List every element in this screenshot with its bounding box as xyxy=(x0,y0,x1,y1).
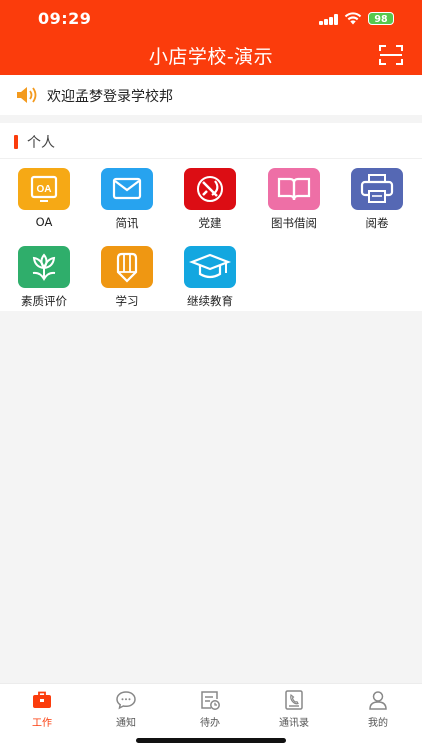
notice-text: 欢迎孟梦登录学校邦 xyxy=(47,89,173,105)
top-header: 09:29 98 小店学校-演示 xyxy=(0,0,422,75)
flower-icon xyxy=(18,246,70,288)
status-time: 09:29 xyxy=(38,9,92,28)
app-quality-evaluation[interactable]: 素质评价 xyxy=(9,246,79,316)
app-oa[interactable]: OA OA xyxy=(9,168,79,238)
svg-text:OA: OA xyxy=(37,184,52,195)
tab-notifications[interactable]: 通知 xyxy=(96,689,156,729)
wifi-icon xyxy=(344,12,362,25)
cellular-signal-icon xyxy=(319,14,339,25)
app-label: 阅卷 xyxy=(365,216,389,230)
tab-label: 工作 xyxy=(32,718,52,729)
chat-bubble-icon xyxy=(116,691,136,710)
app-label: 图书借阅 xyxy=(271,216,317,230)
mail-icon xyxy=(101,168,153,210)
app-label: 简讯 xyxy=(115,216,139,230)
section-accent-bar xyxy=(14,135,18,149)
tab-contacts[interactable]: 通讯录 xyxy=(264,689,324,729)
todo-clock-icon xyxy=(201,691,220,710)
page-title: 小店学校-演示 xyxy=(148,46,274,68)
tab-profile[interactable]: 我的 xyxy=(348,689,408,729)
app-label: 素质评价 xyxy=(21,294,67,308)
contacts-icon xyxy=(285,690,303,710)
app-label: OA xyxy=(35,215,53,229)
tab-work[interactable]: 工作 xyxy=(12,689,72,729)
app-label: 党建 xyxy=(198,216,222,230)
party-emblem-icon xyxy=(184,168,236,210)
app-party-building[interactable]: 党建 xyxy=(175,168,245,238)
printer-icon xyxy=(351,168,403,210)
status-bar: 09:29 98 xyxy=(0,0,422,36)
pencil-icon xyxy=(101,246,153,288)
speaker-icon xyxy=(17,87,37,103)
briefcase-icon xyxy=(33,691,51,708)
tab-label: 通讯录 xyxy=(279,718,309,729)
oa-icon: OA xyxy=(18,168,70,210)
app-messages[interactable]: 简讯 xyxy=(92,168,162,238)
tab-label: 通知 xyxy=(116,718,136,729)
app-label: 继续教育 xyxy=(187,294,233,308)
app-label: 学习 xyxy=(115,294,139,308)
app-study[interactable]: 学习 xyxy=(92,246,162,316)
tab-label: 我的 xyxy=(368,718,388,729)
home-indicator xyxy=(136,738,286,743)
person-icon xyxy=(369,691,387,710)
app-library[interactable]: 图书借阅 xyxy=(259,168,329,238)
battery-indicator: 98 xyxy=(368,12,394,25)
section-header: 个人 xyxy=(0,123,422,159)
tab-label: 待办 xyxy=(200,718,220,729)
app-screen: 09:29 98 小店学校-演示 欢迎孟梦登录学校邦 个人 OA OA 简讯 党… xyxy=(0,0,422,750)
tab-todo[interactable]: 待办 xyxy=(180,689,240,729)
personal-section: 个人 OA OA 简讯 党建 图书借阅 阅卷 素质评价 学习 继续教育 xyxy=(0,123,422,311)
notice-banner[interactable]: 欢迎孟梦登录学校邦 xyxy=(0,75,422,115)
app-grading[interactable]: 阅卷 xyxy=(342,168,412,238)
section-title: 个人 xyxy=(27,135,55,151)
scan-icon[interactable] xyxy=(379,44,403,66)
app-continuing-education[interactable]: 继续教育 xyxy=(175,246,245,316)
graduation-cap-icon xyxy=(184,246,236,288)
book-icon xyxy=(268,168,320,210)
